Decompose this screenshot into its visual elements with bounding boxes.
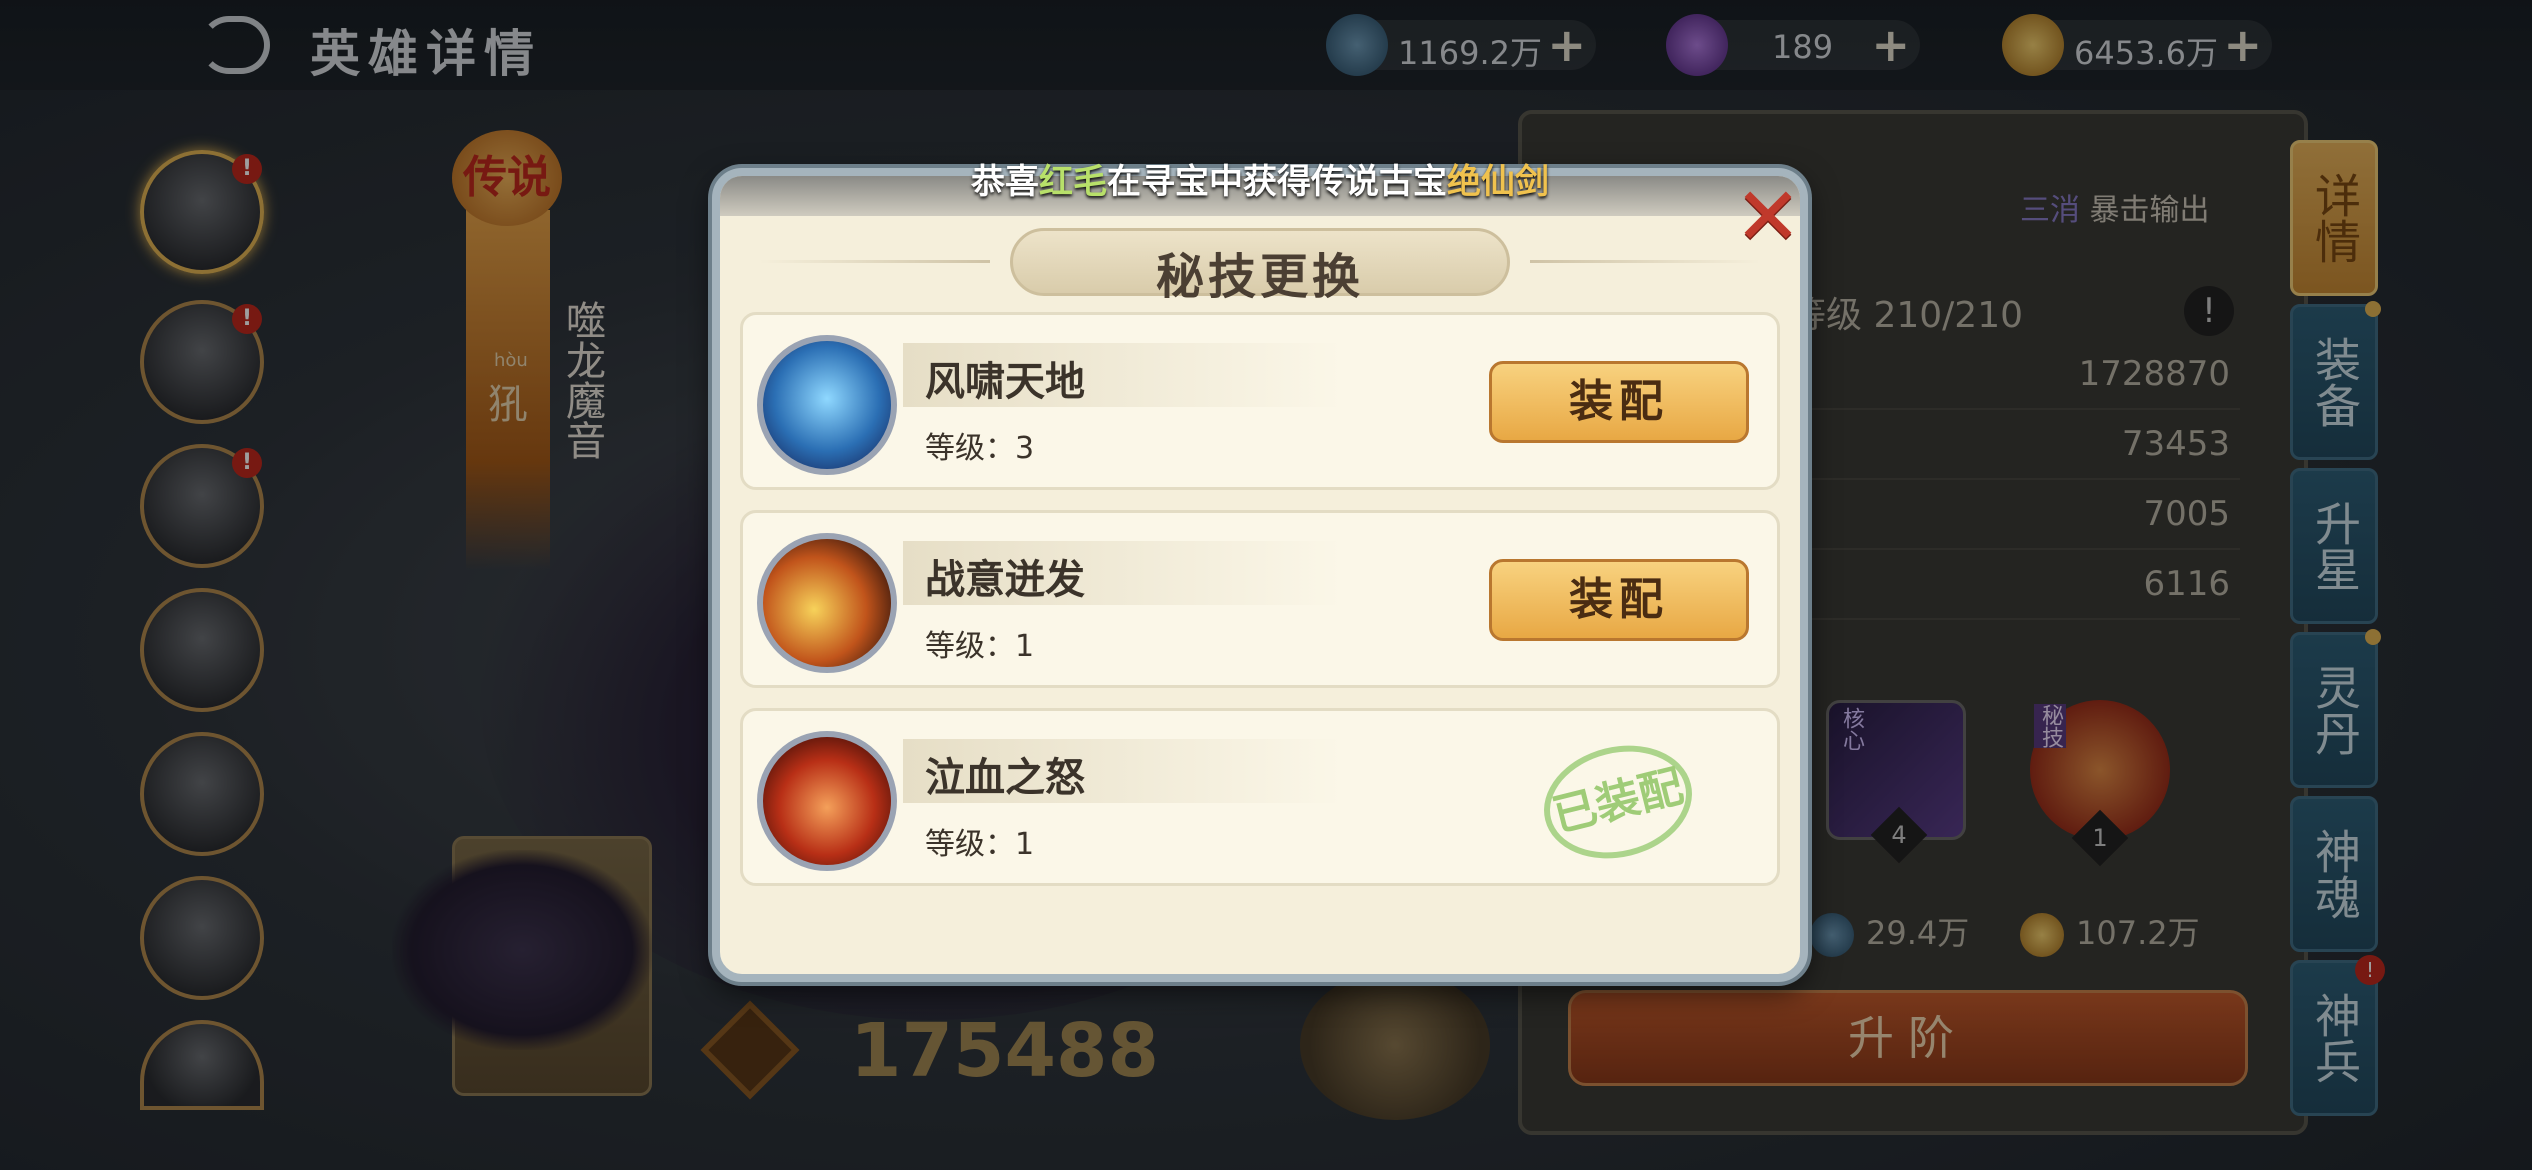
skill-level: 等级：1 [925, 629, 1035, 664]
title-ornament [1530, 260, 1760, 263]
skill-name: 战意迸发 [925, 557, 1085, 603]
broadcast-banner: 恭喜红毛在寻宝中获得传说古宝绝仙剑 [810, 154, 1710, 203]
skill-level: 等级：3 [925, 431, 1035, 466]
wind-skill-icon [757, 335, 897, 475]
close-icon[interactable]: ✕ [1730, 177, 1806, 258]
skill-option: 战意迸发 等级：1 装配 [740, 510, 1780, 688]
banner-prefix: 恭喜 [971, 162, 1039, 202]
battle-spirit-skill-icon [757, 533, 897, 673]
skill-option: 风啸天地 等级：3 装配 [740, 312, 1780, 490]
title-ornament [760, 260, 990, 263]
blood-rage-skill-icon [757, 731, 897, 871]
dialog-title: 秘技更换 [1155, 249, 1364, 305]
skill-name: 风啸天地 [925, 359, 1085, 405]
equipped-stamp: 已装配 [1531, 730, 1705, 874]
dialog-title-bar: 秘技更换 [1010, 228, 1510, 305]
skill-option: 泣血之怒 等级：1 已装配 [740, 708, 1780, 886]
equip-button[interactable]: 装配 [1489, 559, 1749, 641]
banner-item: 绝仙剑 [1447, 162, 1549, 202]
banner-middle: 在寻宝中获得传说古宝 [1107, 162, 1447, 202]
banner-player: 红毛 [1039, 162, 1107, 202]
skill-swap-dialog: 秘技更换 ✕ 风啸天地 等级：3 装配 战意迸发 等级：1 装配 泣血之怒 等级… [712, 168, 1808, 982]
skill-name: 泣血之怒 [925, 755, 1085, 801]
equip-button[interactable]: 装配 [1489, 361, 1749, 443]
skill-level: 等级：1 [925, 827, 1035, 862]
